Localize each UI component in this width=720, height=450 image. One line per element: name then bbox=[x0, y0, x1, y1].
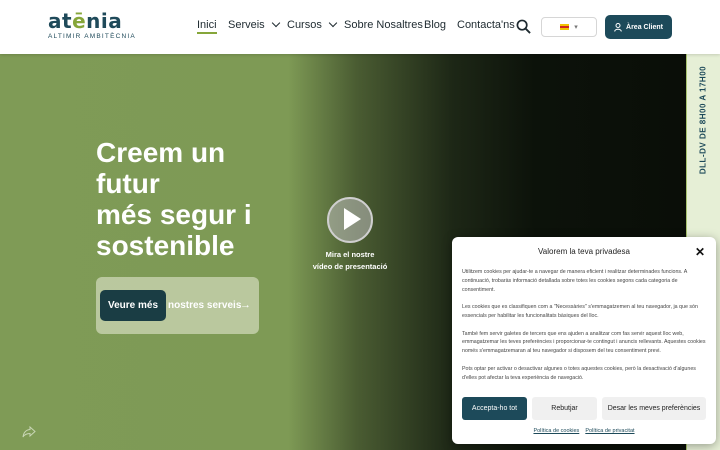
cookie-consent-modal: Valorem la teva privadesa ✕ Utilitzem co… bbox=[452, 237, 716, 444]
hero-title: Creem un futur més segur i sostenible bbox=[96, 137, 252, 261]
modal-paragraph: Les cookies que es classifiquen com a "N… bbox=[462, 304, 698, 320]
nav-item-cursos[interactable]: Cursos bbox=[287, 18, 338, 31]
opening-hours-text: DLL-DV DE 8H00 A 17H00 bbox=[698, 65, 708, 175]
save-preferences-button[interactable]: Desar les meves preferències bbox=[602, 397, 706, 420]
play-icon bbox=[344, 208, 361, 230]
site-logo[interactable]: atēnia ALTIMIR AMBITÈCNIA bbox=[48, 11, 136, 40]
reject-button[interactable]: Rebutjar bbox=[532, 397, 597, 420]
modal-paragraph: Pots optar per activar o desactivar algu… bbox=[462, 365, 696, 381]
modal-paragraph: També fem servir galetes de tercers que … bbox=[462, 330, 706, 355]
client-area-label: Àrea Client bbox=[626, 23, 663, 31]
close-icon[interactable]: ✕ bbox=[695, 245, 705, 259]
cookie-policy-link[interactable]: Política de cookies bbox=[533, 428, 579, 434]
our-services-link[interactable]: nostres serveis bbox=[168, 300, 241, 311]
privacy-policy-link[interactable]: Política de privacitat bbox=[585, 428, 634, 434]
modal-title: Valorem la teva privadesa bbox=[538, 247, 630, 256]
video-label: Mira el nostre vídeo de presentació bbox=[312, 250, 388, 271]
logo-tagline: ALTIMIR AMBITÈCNIA bbox=[48, 33, 136, 40]
chevron-down-icon bbox=[271, 18, 280, 28]
see-more-button[interactable]: Veure més bbox=[100, 290, 166, 321]
user-icon bbox=[614, 22, 622, 32]
nav-item-sobre-nosaltres[interactable]: Sobre Nosaltres bbox=[344, 19, 423, 31]
chevron-down-icon: ▾ bbox=[574, 24, 578, 31]
nav-item-contactans[interactable]: Contacta'ns bbox=[457, 19, 515, 31]
modal-body: Utilitzem cookies per ajudar-te a navega… bbox=[462, 268, 706, 391]
nav-item-blog[interactable]: Blog bbox=[424, 19, 446, 31]
modal-paragraph: Utilitzem cookies per ajudar-te a navega… bbox=[462, 269, 687, 293]
modal-links: Política de cookies Política de privacit… bbox=[452, 428, 716, 434]
client-area-button[interactable]: Àrea Client bbox=[605, 15, 672, 39]
catalan-flag-icon bbox=[560, 24, 570, 30]
accept-all-button[interactable]: Accepta-ho tot bbox=[462, 397, 527, 420]
share-icon[interactable] bbox=[22, 426, 36, 438]
chevron-down-icon bbox=[328, 18, 338, 28]
site-header: atēnia ALTIMIR AMBITÈCNIA Inici Serveis … bbox=[0, 0, 720, 54]
arrow-right-icon[interactable]: → bbox=[240, 299, 251, 311]
nav-item-inici[interactable]: Inici bbox=[197, 19, 217, 34]
language-selector[interactable]: ▾ bbox=[541, 17, 597, 37]
nav-item-serveis[interactable]: Serveis bbox=[228, 18, 280, 31]
logo-wordmark: atēnia bbox=[48, 9, 123, 33]
search-icon[interactable] bbox=[516, 19, 531, 34]
